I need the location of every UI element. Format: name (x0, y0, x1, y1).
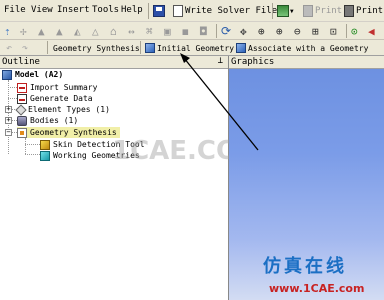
annotation-arrow (180, 53, 259, 151)
